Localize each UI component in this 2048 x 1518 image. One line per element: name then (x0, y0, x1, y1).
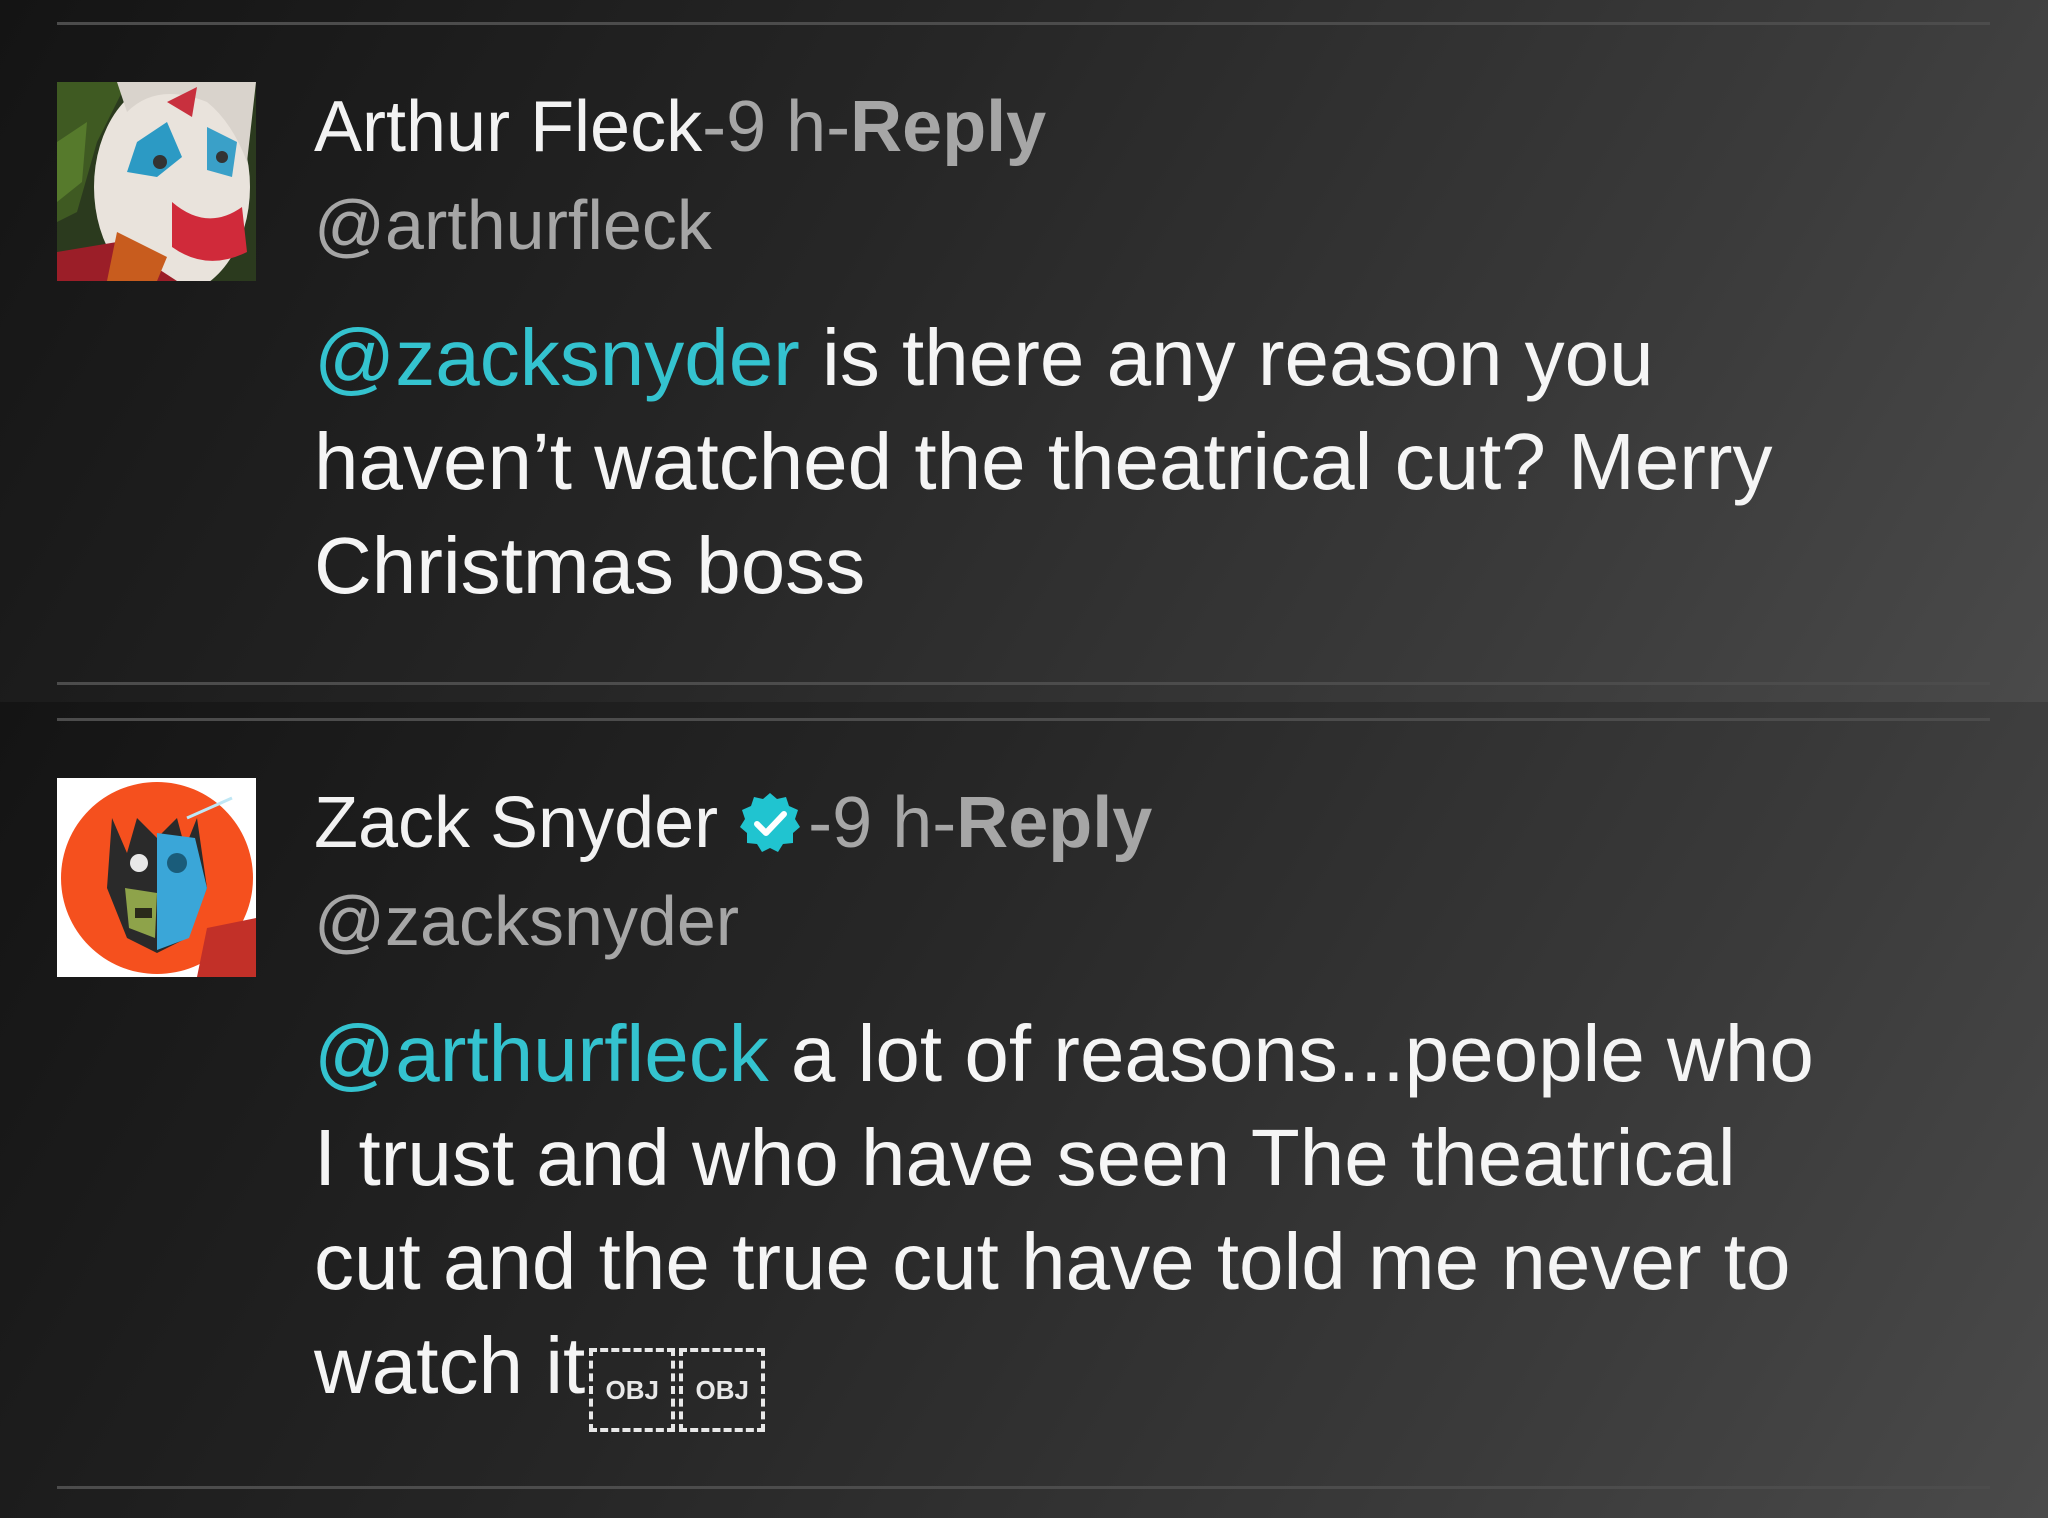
separator: - (808, 783, 833, 863)
top-divider (57, 718, 1990, 721)
comment-text: watch it (314, 1321, 586, 1410)
comment-line: cut and the true cut have told me never … (314, 1217, 1791, 1306)
comment-line: @zacksnyder is there any reason you (314, 306, 2014, 410)
comment-card: Arthur Fleck - 9 h - Reply @arthurfleck … (0, 0, 2048, 702)
avatar[interactable] (57, 778, 256, 977)
author-name[interactable]: Zack Snyder (314, 787, 718, 859)
top-divider (57, 22, 1990, 25)
comment-text: a lot of reasons...people who (768, 1009, 1814, 1098)
joker-avatar-icon (57, 82, 256, 281)
comment-header: Zack Snyder - 9 h - Reply (314, 778, 1152, 868)
comment-line: haven’t watched the theatrical cut? Merr… (314, 417, 1773, 506)
comment-header: Arthur Fleck - 9 h - Reply (314, 82, 1046, 172)
user-handle[interactable]: @arthurfleck (314, 180, 712, 270)
comment-line: I trust and who have seen The theatrical (314, 1113, 1736, 1202)
user-handle[interactable]: @zacksnyder (314, 876, 739, 966)
avatar[interactable] (57, 82, 256, 281)
bottom-divider (57, 682, 1990, 685)
bottom-divider (57, 1486, 1990, 1489)
separator: - (932, 783, 957, 863)
mention-link[interactable]: @zacksnyder (314, 313, 800, 402)
timestamp: 9 h (832, 783, 933, 863)
comment-card: Zack Snyder - 9 h - Reply @zacksnyder @a… (0, 702, 2048, 1518)
comment-body: @arthurfleck a lot of reasons...people w… (314, 1002, 2014, 1432)
timestamp: 9 h (726, 87, 827, 167)
separator: - (702, 87, 727, 167)
comment-text: is there any reason you (799, 313, 1654, 402)
object-placeholder: OBJ (589, 1348, 676, 1432)
comment-line: Christmas boss (314, 521, 866, 610)
author-name[interactable]: Arthur Fleck (314, 91, 702, 163)
comment-line: watch it OBJ OBJ (314, 1314, 2014, 1432)
object-placeholder: OBJ (679, 1348, 766, 1432)
separator: - (826, 87, 851, 167)
verified-badge-icon (740, 793, 801, 852)
reply-button[interactable]: Reply (956, 787, 1152, 859)
mention-link[interactable]: @arthurfleck (314, 1009, 769, 1098)
reply-button[interactable]: Reply (850, 91, 1046, 163)
comment-line: @arthurfleck a lot of reasons...people w… (314, 1002, 2014, 1106)
batman-zombie-avatar-icon (57, 778, 256, 977)
comment-body: @zacksnyder is there any reason you have… (314, 306, 2014, 618)
